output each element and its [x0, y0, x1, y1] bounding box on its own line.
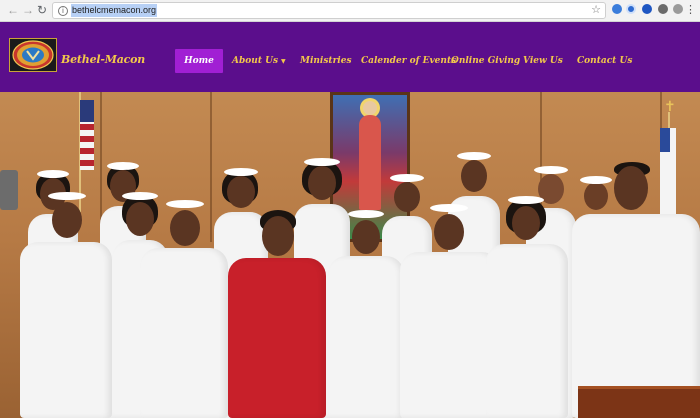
- person: [228, 210, 326, 418]
- star-icon[interactable]: ☆: [591, 3, 601, 18]
- extension-icon[interactable]: [658, 4, 668, 14]
- arrow-right-icon[interactable]: →: [21, 3, 35, 17]
- nav-item-label: About Us: [232, 56, 279, 66]
- extension-icon[interactable]: [642, 4, 652, 14]
- nav-item-online-giving[interactable]: Online Giving: [451, 49, 520, 73]
- nav-item-view-us[interactable]: View Us: [523, 49, 563, 73]
- nav-item-label: Online Giving: [451, 56, 521, 66]
- nav-item-about-us[interactable]: About Us ▼: [232, 49, 286, 73]
- extension-icon[interactable]: [626, 4, 636, 14]
- kebab-menu-icon[interactable]: ⋮: [685, 3, 696, 17]
- person: [572, 162, 700, 418]
- site-header: Bethel-Macon Home About Us ▼ Ministries C…: [0, 22, 700, 92]
- person: [328, 210, 404, 418]
- main-nav: Home About Us ▼ Ministries Calender of Ev…: [0, 22, 700, 92]
- nav-item-home[interactable]: Home: [175, 49, 223, 73]
- nav-item-label: Calender of Events: [361, 56, 457, 66]
- nav-item-ministries[interactable]: Ministries: [300, 49, 352, 73]
- nav-item-contact-us[interactable]: Contact Us: [577, 49, 632, 73]
- nav-item-label: Ministries: [300, 56, 352, 66]
- caret-down-icon: ▼: [281, 58, 286, 65]
- person: [486, 196, 568, 418]
- extension-icon[interactable]: [673, 4, 683, 14]
- person: [400, 204, 500, 418]
- nav-item-calendar-of-events[interactable]: Calender of Events: [361, 49, 456, 73]
- nav-item-label: Home: [184, 56, 214, 66]
- person: [20, 192, 112, 418]
- pulpit: [578, 386, 700, 418]
- address-bar[interactable]: i bethelcmemacon.org ☆: [52, 2, 606, 19]
- url-text[interactable]: bethelcmemacon.org: [71, 4, 158, 17]
- hero-group-photo: ✝: [0, 92, 700, 418]
- nav-item-label: View Us: [523, 56, 563, 66]
- extension-icon[interactable]: [612, 4, 622, 14]
- arrow-left-icon[interactable]: ←: [6, 3, 20, 17]
- reload-icon[interactable]: ↻: [35, 3, 49, 17]
- info-icon[interactable]: i: [58, 6, 68, 16]
- nav-item-label: Contact Us: [577, 56, 633, 66]
- browser-toolbar: ← → ↻ i bethelcmemacon.org ☆ ⋮: [0, 0, 700, 22]
- person: [140, 200, 228, 418]
- drum: [0, 170, 18, 210]
